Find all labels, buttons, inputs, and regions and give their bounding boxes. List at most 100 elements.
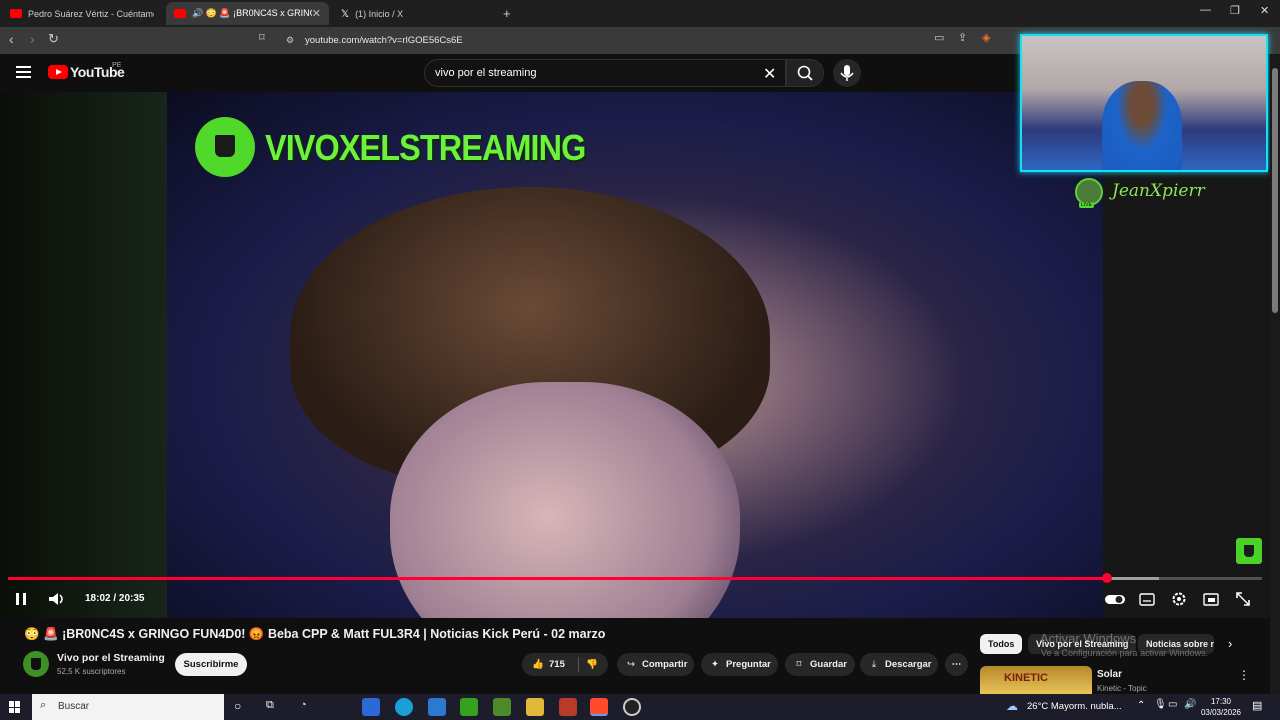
taskbar-clock[interactable]: 17:30 03/03/2026: [1200, 696, 1242, 718]
subscribe-button[interactable]: Suscribirme: [175, 653, 247, 676]
taskbar-search[interactable]: ⌕ Buscar: [32, 694, 224, 720]
browser-tab-1[interactable]: Pedro Suárez Vértiz - Cuéntame - You: [2, 2, 162, 25]
channel-avatar[interactable]: [23, 651, 49, 677]
store-icon[interactable]: [362, 698, 380, 716]
tab-title: 🔊 😳 🚨 ¡BR0NC4S x GRINGO F: [192, 8, 312, 19]
recommendation-thumbnail[interactable]: KINETIC: [980, 666, 1092, 694]
new-tab-button[interactable]: +: [495, 2, 519, 25]
address-bar[interactable]: youtube.com/watch?v=rlGOE56Cs6E: [305, 32, 705, 49]
subtitles-icon[interactable]: [1139, 590, 1155, 608]
pause-icon[interactable]: [14, 590, 28, 608]
search-button[interactable]: [786, 59, 824, 87]
chip-all[interactable]: Todos: [980, 634, 1023, 654]
nvidia-icon[interactable]: [460, 698, 478, 716]
search-input[interactable]: vivo por el streaming ✕: [424, 59, 786, 87]
volume-icon[interactable]: [47, 590, 67, 608]
speaker-icon[interactable]: 🔊: [1184, 699, 1196, 710]
clock-time: 17:30: [1210, 697, 1232, 706]
mail-icon[interactable]: [428, 698, 446, 716]
channel-name[interactable]: Vivo por el Streaming: [57, 652, 165, 664]
autoplay-toggle-icon[interactable]: [1104, 590, 1126, 608]
cortana-icon[interactable]: ○: [234, 699, 241, 713]
thumbs-down-icon: 👎: [586, 659, 598, 670]
edge-icon[interactable]: [395, 698, 413, 716]
browser-tab-2-active[interactable]: 🔊 😳 🚨 ¡BR0NC4S x GRINGO F ✕: [166, 2, 329, 25]
share-page-icon[interactable]: ⇪: [958, 31, 967, 44]
video-subject-face: [390, 382, 740, 618]
download-button[interactable]: ⤓ Descargar: [860, 653, 938, 676]
youtube-logo-icon[interactable]: [48, 65, 68, 79]
windows-taskbar: ⌕ Buscar ○ ⧉ ◔ ☁ 26°C Mayorm. nubla... ⌃…: [0, 694, 1280, 720]
page-scrollbar[interactable]: [1270, 54, 1280, 694]
x-favicon-icon: 𝕏: [341, 9, 350, 20]
search-icon: [797, 65, 813, 81]
menu-icon[interactable]: [16, 66, 31, 78]
more-icon: ⋯: [951, 659, 962, 670]
overlay-brand-text: VIVOXELSTREAMING: [265, 127, 586, 168]
taskbar-search-placeholder: Buscar: [58, 701, 90, 712]
forward-icon[interactable]: ›: [30, 31, 35, 47]
minimize-icon[interactable]: —: [1200, 4, 1211, 16]
site-info-icon[interactable]: ⚙: [286, 35, 294, 46]
cast-icon[interactable]: ▭: [934, 31, 944, 44]
tab-audio-emoji: 🔊 😳 🚨: [192, 8, 231, 18]
video-letterbox-left: [0, 92, 167, 618]
thumbs-up-icon: 👍: [532, 659, 544, 670]
search-icon: ⌕: [40, 699, 47, 711]
scrubber-handle[interactable]: [1101, 573, 1112, 583]
progress-bar[interactable]: [8, 573, 1262, 583]
minecraft-icon[interactable]: [493, 698, 511, 716]
browser-tab-strip: Pedro Suárez Vértiz - Cuéntame - You 🔊 😳…: [0, 0, 1280, 27]
settings-gear-icon[interactable]: [1171, 590, 1187, 608]
share-button[interactable]: ↪ Compartir: [617, 653, 694, 676]
microphone-tray-icon[interactable]: 🎙: [1154, 699, 1167, 710]
brave-icon[interactable]: [590, 698, 608, 716]
thumbnail-text: KINETIC: [1004, 672, 1048, 684]
app-icon[interactable]: [559, 698, 577, 716]
obs-icon[interactable]: [623, 698, 641, 716]
windows-start-icon[interactable]: [9, 701, 21, 713]
chevron-right-icon[interactable]: ›: [1228, 636, 1232, 651]
download-label: Descargar: [885, 659, 932, 670]
reload-icon[interactable]: ↻: [48, 31, 59, 47]
more-actions-button[interactable]: ⋯: [945, 653, 968, 676]
restore-icon[interactable]: ❐: [1230, 4, 1240, 17]
clock-date: 03/03/2026: [1200, 708, 1242, 717]
speedometer-icon[interactable]: ◔: [300, 699, 307, 711]
like-count: 715: [549, 659, 565, 670]
search-query[interactable]: vivo por el streaming: [435, 67, 537, 79]
recommendation-menu-icon[interactable]: ⋮: [1238, 668, 1250, 682]
webcam-overlay: [1020, 34, 1268, 172]
notifications-icon[interactable]: ▤: [1252, 699, 1262, 712]
recommendation-channel: Kinetic - Topic: [1097, 684, 1147, 693]
bookmark-icon[interactable]: ⌑: [259, 31, 265, 44]
task-view-icon[interactable]: ⧉: [266, 699, 274, 712]
close-tab-icon[interactable]: ✕: [312, 7, 321, 20]
sparkle-icon: ✦: [711, 659, 719, 670]
close-window-icon[interactable]: ✕: [1260, 4, 1269, 17]
browser-tab-3[interactable]: 𝕏 (1) Inicio / X: [333, 2, 493, 25]
tab-title: (1) Inicio / X: [355, 8, 404, 19]
tray-chevron-icon[interactable]: ⌃: [1137, 700, 1145, 711]
clear-search-icon[interactable]: ✕: [763, 64, 776, 84]
back-icon[interactable]: ‹: [9, 31, 14, 47]
network-icon[interactable]: ▭: [1168, 699, 1177, 710]
ask-button[interactable]: ✦ Preguntar: [701, 653, 778, 676]
like-button[interactable]: 👍 715: [530, 653, 565, 676]
scrollbar-thumb[interactable]: [1272, 68, 1278, 313]
weather-icon: ☁: [1006, 699, 1018, 713]
dislike-button[interactable]: 👎: [584, 653, 603, 676]
miniplayer-icon[interactable]: [1203, 590, 1219, 608]
share-label: Compartir: [642, 659, 688, 670]
recommendation-title[interactable]: Solar: [1097, 669, 1122, 680]
brave-shield-icon[interactable]: ◈: [982, 31, 990, 44]
ask-label: Preguntar: [726, 659, 771, 670]
save-button[interactable]: ⌑ Guardar: [785, 653, 855, 676]
fullscreen-icon[interactable]: [1235, 590, 1251, 608]
microphone-icon: [840, 65, 854, 81]
voice-search-button[interactable]: [833, 59, 861, 87]
file-explorer-icon[interactable]: [526, 698, 544, 716]
weather-text[interactable]: 26°C Mayorm. nubla...: [1027, 701, 1122, 712]
youtube-favicon-icon: [10, 9, 22, 18]
channel-watermark-icon[interactable]: [1236, 538, 1262, 564]
